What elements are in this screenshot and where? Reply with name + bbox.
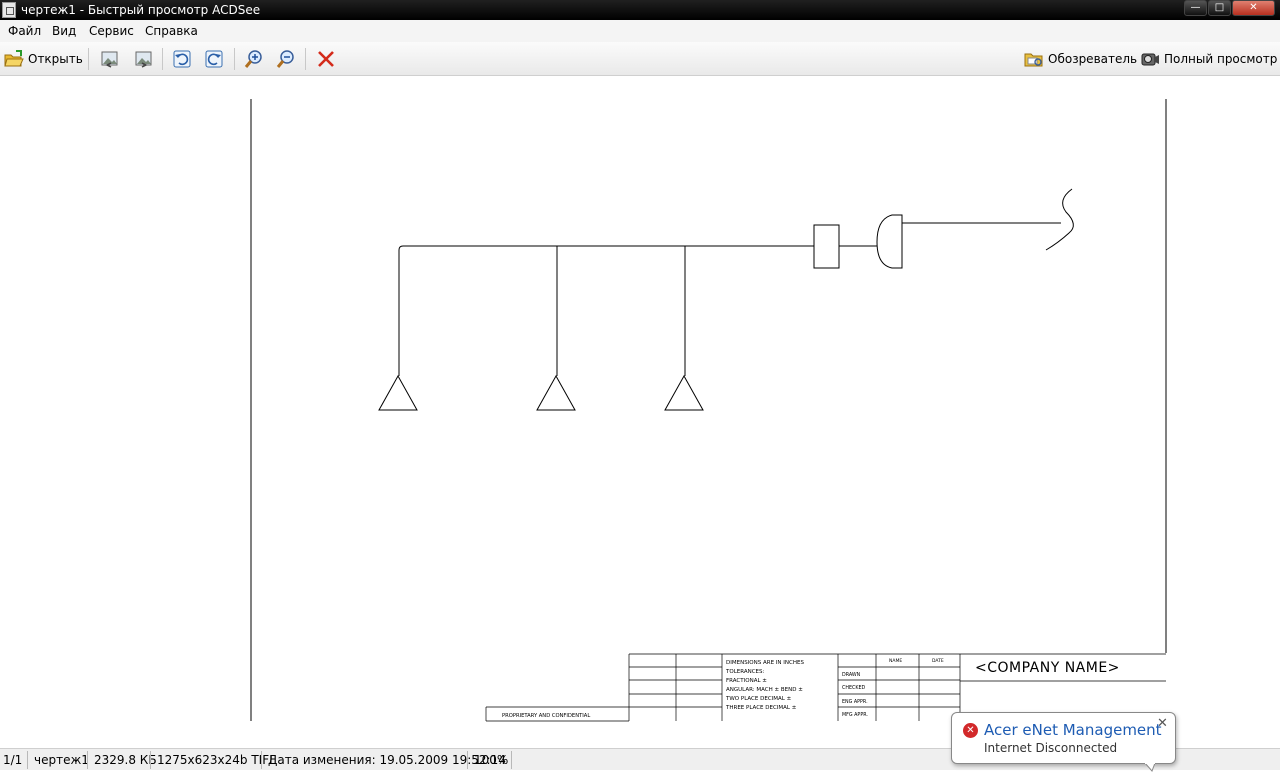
minimize-button[interactable]: — [1184,0,1207,16]
menu-bar: Файл Вид Сервис Справка [0,20,1280,42]
tb-dimensions: DIMENSIONS ARE IN INCHES [726,660,804,666]
toolbar-separator [162,48,163,70]
tb-name-header: NAME [889,658,902,664]
tb-proprietary: PROPRIETARY AND CONFIDENTIAL [502,713,590,719]
tb-company-name: <COMPANY NAME> [975,660,1120,676]
tb-date-header: DATE [932,658,944,664]
break-symbol [1045,188,1074,251]
next-image-icon [135,51,152,68]
status-separator [511,751,512,769]
zoom-out-icon [276,50,294,68]
zoom-out-button[interactable] [276,47,296,71]
sprinkler-head-1 [378,374,418,411]
title-bar: чертеж1 - Быстрый просмотр ACDSee — □ ✕ [0,0,1280,20]
notification-close-icon[interactable]: ✕ [1157,716,1168,731]
status-zoom: 100% [474,753,509,767]
tb-fractional: FRACTIONAL ± [726,678,767,684]
menu-file[interactable]: Файл [8,23,41,39]
tb-checked: CHECKED [842,685,866,691]
status-dimensions: 1275x623x24b TIFF [157,753,277,767]
folder-browse-icon [1024,53,1043,67]
status-filesize: 2329.8 КБ [94,753,157,767]
notification-message: Internet Disconnected [984,741,1118,755]
rotate-right-button[interactable] [204,47,224,71]
close-button[interactable]: ✕ [1232,0,1275,16]
tb-eng-appr: ENG APPR. [842,699,868,705]
tb-mfg-appr: MFG APPR. [842,712,868,718]
tb-tolerances: TOLERANCES: [725,669,765,675]
notification-balloon[interactable]: ✕ Acer eNet Management Internet Disconne… [951,712,1176,772]
window-title: чертеж1 - Быстрый просмотр ACDSee [21,3,261,17]
tb-three-place: THREE PLACE DECIMAL ± [725,705,797,711]
status-separator [261,751,262,769]
zoom-in-icon [244,50,262,68]
balloon-tail [1145,763,1156,772]
browser-label: Обозреватель [1048,52,1138,66]
menu-tools[interactable]: Сервис [89,23,134,39]
status-separator [150,751,151,769]
zoom-in-button[interactable] [244,47,264,71]
maximize-button[interactable]: □ [1208,0,1231,16]
status-filename: чертеж1 [34,753,89,767]
full-view-label: Полный просмотр [1164,52,1278,66]
folder-open-icon [4,50,24,67]
tb-angular: ANGULAR: MACH ± BEND ± [726,687,803,693]
error-icon: ✕ [963,723,978,738]
projector-icon [1141,53,1159,66]
rotate-left-button[interactable] [172,47,192,71]
sprinkler-head-2 [536,374,576,411]
rotate-right-icon [205,50,223,68]
toolbar-separator [305,48,306,70]
technical-drawing: DIMENSIONS ARE IN INCHES TOLERANCES: FRA… [250,99,1167,722]
status-separator [467,751,468,769]
delete-icon [318,51,334,67]
valve-box [813,224,840,269]
menu-view[interactable]: Вид [52,23,76,39]
next-image-button[interactable] [133,47,153,71]
rotate-left-icon [173,50,191,68]
tb-drawn: DRAWN [842,672,861,678]
toolbar: Открыть Обозреватель Полный просмотр [0,42,1280,76]
open-button[interactable]: Открыть [4,47,83,71]
sprinkler-head-3 [664,374,704,411]
open-label: Открыть [28,52,83,66]
status-page: 1/1 [3,753,23,767]
browser-button[interactable]: Обозреватель [1024,47,1137,71]
toolbar-separator [234,48,235,70]
previous-image-button[interactable] [100,47,120,71]
full-view-button[interactable]: Полный просмотр [1140,47,1277,71]
status-separator [87,751,88,769]
d-shaped-device [876,214,903,269]
delete-button[interactable] [316,47,336,71]
status-modified: Дата изменения: 19.05.2009 19:52:14 [268,753,506,767]
notification-title: Acer eNet Management [984,721,1162,739]
previous-image-icon [101,51,118,68]
app-icon [2,2,16,18]
image-canvas[interactable]: DIMENSIONS ARE IN INCHES TOLERANCES: FRA… [0,77,1280,747]
tb-two-place: TWO PLACE DECIMAL ± [725,696,792,702]
status-separator [27,751,28,769]
main-pipe-line [398,245,814,376]
menu-help[interactable]: Справка [145,23,198,39]
toolbar-separator [88,48,89,70]
